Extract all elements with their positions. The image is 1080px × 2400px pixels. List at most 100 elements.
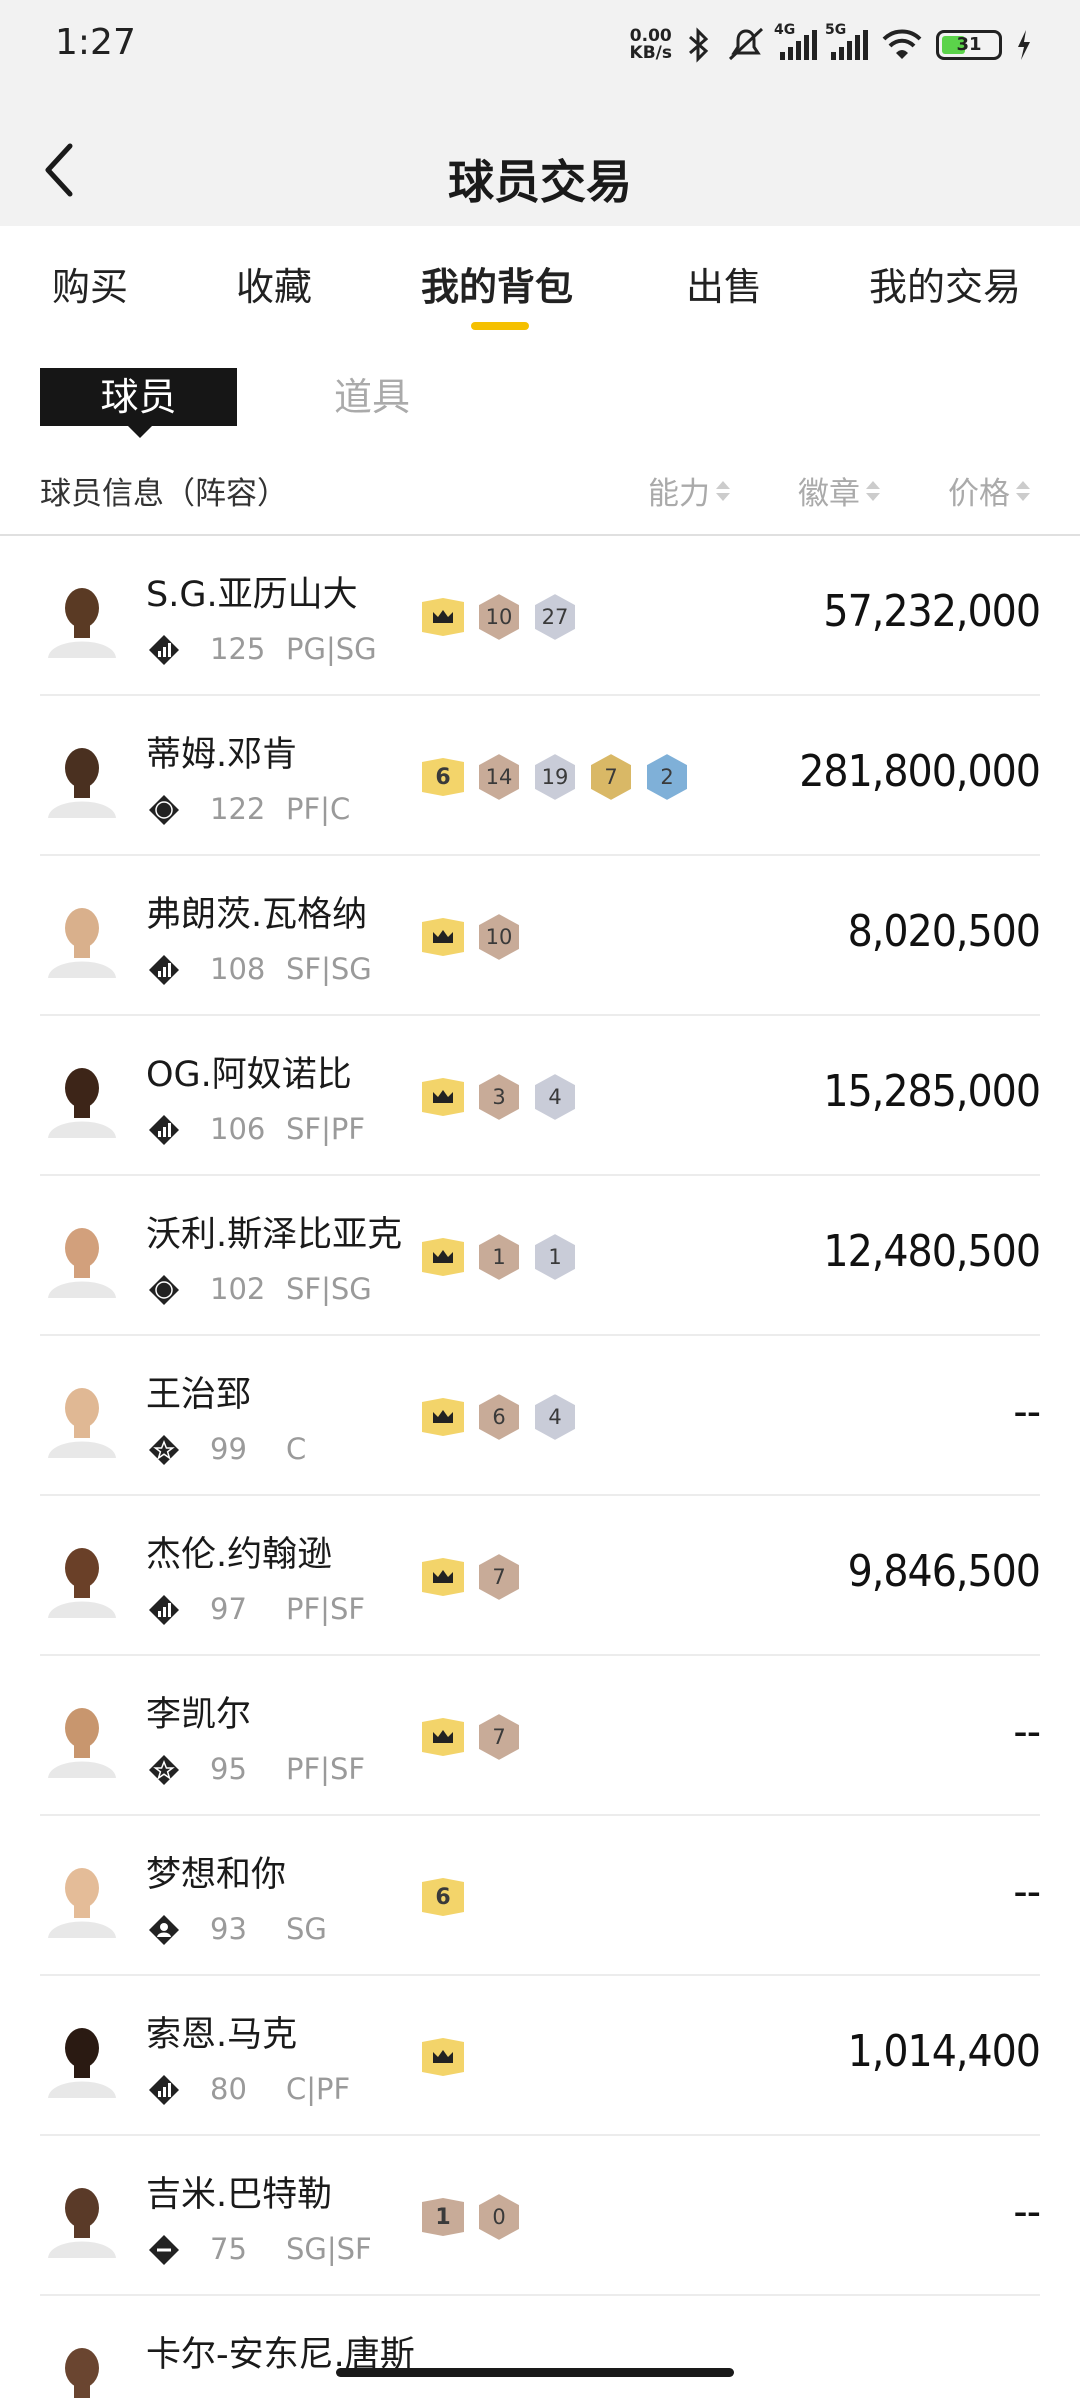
player-row[interactable]: 索恩.马克 80 C|PF 1,014,400 — [0, 1976, 1080, 2136]
badge-bronze: 10 — [476, 592, 522, 642]
player-price: 281,800,000 — [799, 746, 1041, 797]
player-price: 57,232,000 — [823, 586, 1041, 637]
player-avatar — [40, 2334, 124, 2400]
segment-items[interactable]: 道具 — [334, 368, 410, 426]
player-rating: 97 — [210, 1592, 247, 1626]
signal-5g-icon: 5G — [825, 22, 868, 60]
player-avatar — [40, 2014, 124, 2098]
player-row[interactable]: 李凯尔 95 PF|SF 7 -- — [0, 1656, 1080, 1816]
player-position: SF|SG — [286, 952, 372, 986]
player-price: -- — [1013, 1386, 1041, 1437]
player-avatar — [40, 1374, 124, 1458]
player-avatar — [40, 1214, 124, 1298]
segment-players[interactable]: 球员 — [40, 368, 237, 438]
badge-bronze: 7 — [476, 1712, 522, 1762]
player-row[interactable]: S.G.亚历山大 125 PG|SG 10 27 57,232,000 — [0, 536, 1080, 696]
player-row[interactable]: 卡尔-安东尼.唐斯 — [0, 2296, 1080, 2400]
tab-my-trades[interactable]: 我的交易 — [869, 256, 1021, 311]
sort-arrows-icon — [1016, 480, 1030, 501]
badge-list: 7 — [420, 1712, 522, 1762]
player-name: S.G.亚历山大 — [146, 575, 358, 615]
card-tier-icon — [148, 2074, 180, 2106]
player-row[interactable]: 蒂姆.邓肯 122 PF|C 6 14 19 7 2 281,800,000 — [0, 696, 1080, 856]
player-row[interactable]: 王治郅 99 C 6 4 -- — [0, 1336, 1080, 1496]
player-avatar — [40, 1694, 124, 1778]
tab-bar: 购买 收藏 我的背包 出售 我的交易 — [0, 226, 1080, 346]
charging-icon — [1018, 30, 1030, 60]
crown-icon — [420, 1718, 466, 1756]
player-price: -- — [1013, 1706, 1041, 1757]
signal-4g-icon: 4G — [774, 22, 817, 60]
player-position: PF|C — [286, 792, 351, 826]
page-title: 球员交易 — [448, 155, 632, 209]
player-rating: 106 — [210, 1112, 266, 1146]
player-name: 弗朗茨.瓦格纳 — [146, 895, 368, 935]
tab-favorites[interactable]: 收藏 — [236, 256, 312, 311]
tier-tag: 6 — [420, 758, 466, 796]
sort-price-button[interactable]: 价格 — [948, 468, 1030, 513]
player-row[interactable]: 沃利.斯泽比亚克 102 SF|SG 1 1 12,480,500 — [0, 1176, 1080, 1336]
column-header: 球员信息（阵容） 能力 徽章 价格 — [0, 460, 1080, 536]
player-name: 李凯尔 — [146, 1695, 252, 1735]
badge-bronze: 0 — [476, 2192, 522, 2242]
sort-ability-button[interactable]: 能力 — [648, 468, 730, 513]
card-tier-icon — [148, 954, 180, 986]
card-tier-icon — [148, 1914, 180, 1946]
crown-icon — [420, 1398, 466, 1436]
status-bar: 1:27 0.00 KB/s 4G 5G 31 — [0, 0, 1080, 90]
card-tier-icon — [148, 1434, 180, 1466]
card-tier-icon — [148, 1594, 180, 1626]
tab-my-bag[interactable]: 我的背包 — [421, 256, 573, 311]
crown-icon — [420, 1078, 466, 1116]
badge-silver: 4 — [532, 1072, 578, 1122]
battery-icon: 31 — [936, 30, 1002, 60]
mute-icon — [728, 27, 764, 61]
player-avatar — [40, 734, 124, 818]
player-position: SF|PF — [286, 1112, 366, 1146]
player-position: PG|SG — [286, 632, 377, 666]
badge-gold: 7 — [588, 752, 634, 802]
player-price: -- — [1013, 2186, 1041, 2237]
player-position: SF|SG — [286, 1272, 372, 1306]
column-player-info: 球员信息（阵容） — [40, 476, 288, 512]
crown-icon — [420, 918, 466, 956]
player-rating: 80 — [210, 2072, 247, 2106]
badge-list: 10 — [420, 2192, 522, 2242]
player-row[interactable]: 杰伦.约翰逊 97 PF|SF 7 9,846,500 — [0, 1496, 1080, 1656]
badge-bronze: 10 — [476, 912, 522, 962]
player-position: SG|SF — [286, 2232, 372, 2266]
player-name: 杰伦.约翰逊 — [146, 1535, 333, 1575]
badge-list: 7 — [420, 1552, 522, 1602]
tab-sell[interactable]: 出售 — [686, 256, 762, 311]
player-name: 蒂姆.邓肯 — [146, 735, 298, 775]
player-price: 1,014,400 — [847, 2026, 1041, 2077]
player-name: 索恩.马克 — [146, 2015, 298, 2055]
player-avatar — [40, 1534, 124, 1618]
player-row[interactable]: OG.阿奴诺比 106 SF|PF 3 4 15,285,000 — [0, 1016, 1080, 1176]
player-list: S.G.亚历山大 125 PG|SG 10 27 57,232,000 蒂姆.邓肯 122 PF… — [0, 536, 1080, 2400]
player-position: PF|SF — [286, 1592, 366, 1626]
player-price: 12,480,500 — [823, 1226, 1041, 1277]
badge-list — [420, 2032, 466, 2082]
tab-buy[interactable]: 购买 — [52, 256, 128, 311]
home-indicator — [336, 2368, 734, 2377]
badge-bronze: 7 — [476, 1552, 522, 1602]
player-row[interactable]: 吉米.巴特勒 75 SG|SF 1 0 -- — [0, 2136, 1080, 2296]
player-position: PF|SF — [286, 1752, 366, 1786]
player-rating: 99 — [210, 1432, 247, 1466]
player-rating: 93 — [210, 1912, 247, 1946]
player-price: 9,846,500 — [847, 1546, 1041, 1597]
player-name: 吉米.巴特勒 — [146, 2175, 333, 2215]
player-rating: 95 — [210, 1752, 247, 1786]
status-time: 1:27 — [55, 22, 136, 63]
card-tier-icon — [148, 1274, 180, 1306]
wifi-icon — [882, 29, 922, 59]
player-row[interactable]: 弗朗茨.瓦格纳 108 SF|SG 10 8,020,500 — [0, 856, 1080, 1016]
badge-silver: 1 — [532, 1232, 578, 1282]
player-row[interactable]: 梦想和你 93 SG 6 -- — [0, 1816, 1080, 1976]
badge-silver: 4 — [532, 1392, 578, 1442]
badge-bronze: 14 — [476, 752, 522, 802]
player-avatar — [40, 1854, 124, 1938]
sort-badge-button[interactable]: 徽章 — [798, 468, 880, 513]
bluetooth-icon — [689, 27, 709, 63]
